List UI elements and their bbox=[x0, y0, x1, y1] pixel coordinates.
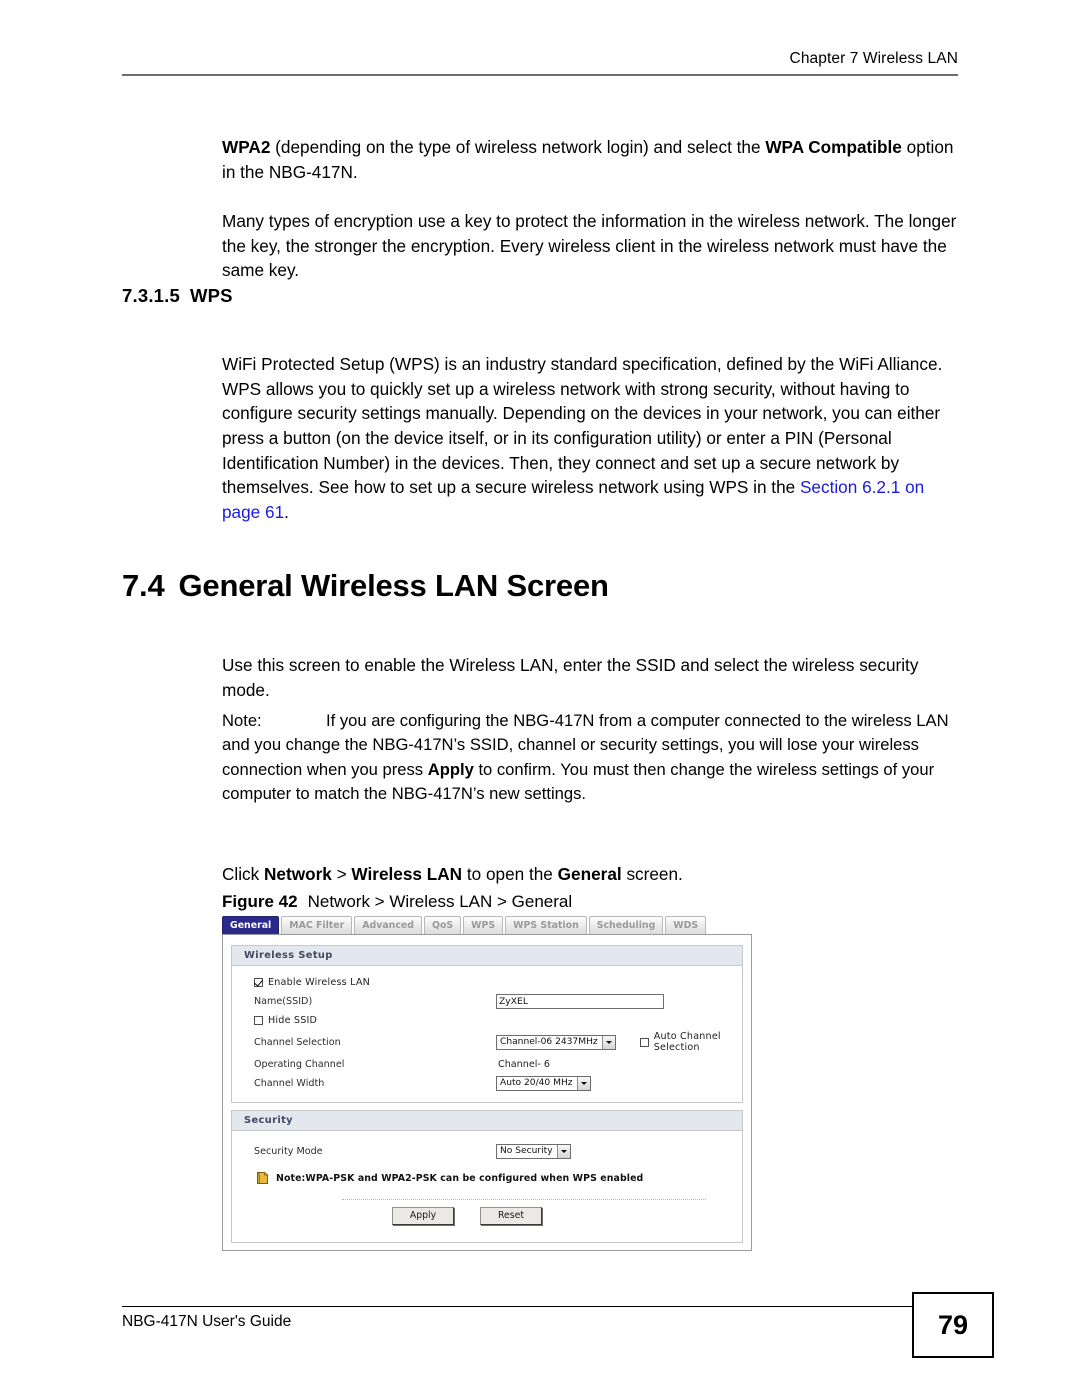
figure-caption: Figure 42 Network > Wireless LAN > Genera… bbox=[222, 892, 572, 912]
auto-channel-selection-checkbox[interactable] bbox=[639, 1037, 649, 1047]
reset-button[interactable]: Reset bbox=[480, 1207, 542, 1225]
paragraph-encryption: Many types of encryption use a key to pr… bbox=[222, 211, 957, 281]
panel-top-spacer bbox=[223, 935, 751, 945]
tab-qos[interactable]: QoS bbox=[424, 916, 462, 934]
channel-width-value: Auto 20/40 MHz bbox=[500, 1077, 573, 1088]
click-end: screen. bbox=[621, 864, 683, 885]
chevron-down-icon bbox=[556, 1144, 570, 1158]
general-bold: General bbox=[557, 864, 622, 885]
router-config-screenshot: General MAC Filter Advanced QoS WPS WPS … bbox=[222, 915, 752, 1251]
channel-selection-row: Channel Selection Channel-06 2437MHz Aut… bbox=[232, 1031, 742, 1053]
figure-number: Figure 42 bbox=[222, 892, 298, 911]
header-rule bbox=[122, 74, 958, 76]
security-mode-value: No Security bbox=[500, 1145, 553, 1156]
enable-wireless-lan-checkbox[interactable] bbox=[254, 977, 263, 987]
wps-text: WiFi Protected Setup (WPS) is an industr… bbox=[222, 354, 943, 498]
wpa-compatible-bold: WPA Compatible bbox=[765, 137, 902, 158]
channel-width-row: Channel Width Auto 20/40 MHz bbox=[232, 1075, 742, 1091]
footer-guide-text: NBG-417N User's Guide bbox=[122, 1313, 292, 1330]
wireless-setup-section: Wireless Setup Enable Wireless LAN Name(… bbox=[231, 945, 743, 1103]
channel-width-dropdown[interactable]: Auto 20/40 MHz bbox=[496, 1075, 591, 1091]
wps-note-line: Note:WPA-PSK and WPA2-PSK can be configu… bbox=[232, 1171, 742, 1185]
security-section: Security Security Mode No Security Note:… bbox=[231, 1110, 743, 1243]
heading-number: 7.4 bbox=[122, 568, 165, 603]
tab-wps-station[interactable]: WPS Station bbox=[505, 916, 587, 934]
hide-ssid-row: Hide SSID bbox=[232, 1012, 742, 1028]
name-ssid-control: ZyXEL bbox=[496, 993, 664, 1009]
heading-title: General Wireless LAN Screen bbox=[178, 568, 609, 603]
paragraph-wpa2: WPA2 (depending on the type of wireless … bbox=[222, 135, 962, 184]
security-body: Security Mode No Security Note:WPA-PSK a… bbox=[232, 1131, 742, 1242]
apply-button[interactable]: Apply bbox=[392, 1207, 454, 1225]
channel-selection-dropdown[interactable]: Channel-06 2437MHz bbox=[496, 1034, 616, 1050]
chevron-down-icon bbox=[576, 1076, 590, 1090]
chapter-header-text: Chapter 7 Wireless LAN bbox=[789, 50, 958, 67]
name-ssid-label: Name(SSID) bbox=[254, 995, 313, 1007]
tab-wps[interactable]: WPS bbox=[463, 916, 504, 934]
apply-bold: Apply bbox=[427, 759, 474, 779]
page-number: 79 bbox=[912, 1292, 994, 1358]
page-footer: NBG-417N User's Guide bbox=[122, 1306, 958, 1331]
operating-channel-value: Channel- 6 bbox=[498, 1058, 551, 1070]
click-text: Click bbox=[222, 864, 265, 885]
channel-selection-value: Channel-06 2437MHz bbox=[500, 1036, 598, 1047]
wireless-setup-header: Wireless Setup bbox=[232, 946, 742, 966]
wpa2-text-1: (depending on the type of wireless netwo… bbox=[270, 137, 766, 158]
note-label: Note: bbox=[222, 711, 262, 730]
channel-width-control: Auto 20/40 MHz bbox=[496, 1075, 591, 1091]
enable-wireless-lan-row: Enable Wireless LAN bbox=[232, 974, 742, 990]
note-icon bbox=[257, 1171, 269, 1184]
wps-note-text: Note:WPA-PSK and WPA2-PSK can be configu… bbox=[276, 1172, 644, 1184]
heading-7-4-general-wireless-lan-screen: 7.4 General Wireless LAN Screen bbox=[122, 568, 609, 604]
chevron-down-icon bbox=[601, 1035, 615, 1049]
wireless-setup-body: Enable Wireless LAN Name(SSID) ZyXEL Hid… bbox=[232, 966, 742, 1102]
paragraph-wps: WiFi Protected Setup (WPS) is an industr… bbox=[222, 352, 962, 524]
operating-channel-row: Operating Channel Channel- 6 bbox=[232, 1056, 742, 1072]
figure-caption-text: Network > Wireless LAN > General bbox=[307, 892, 573, 911]
paragraph-use-screen: Use this screen to enable the Wireless L… bbox=[222, 655, 919, 700]
name-ssid-row: Name(SSID) ZyXEL bbox=[232, 993, 742, 1009]
channel-width-label: Channel Width bbox=[254, 1077, 325, 1089]
page-header: Chapter 7 Wireless LAN bbox=[122, 50, 958, 76]
security-mode-label: Security Mode bbox=[254, 1145, 323, 1157]
tab-mac-filter[interactable]: MAC Filter bbox=[281, 916, 353, 934]
hide-ssid-checkbox[interactable] bbox=[254, 1015, 263, 1025]
heading-title: WPS bbox=[189, 285, 233, 306]
note-block: Note: If you are configuring the NBG-417… bbox=[222, 709, 967, 807]
paragraph-click-path: Click Network > Wireless LAN to open the… bbox=[222, 862, 962, 887]
auto-channel-selection-label: Auto Channel Selection bbox=[653, 1031, 721, 1053]
enable-wireless-lan-label: Enable Wireless LAN bbox=[268, 976, 371, 988]
tab-general[interactable]: General bbox=[222, 916, 280, 934]
tab-scheduling[interactable]: Scheduling bbox=[588, 916, 664, 934]
security-mode-row: Security Mode No Security bbox=[232, 1143, 742, 1159]
name-ssid-input[interactable]: ZyXEL bbox=[496, 993, 664, 1009]
gt-1: > bbox=[331, 864, 352, 885]
operating-channel-label: Operating Channel bbox=[254, 1058, 345, 1070]
tab-bar: General MAC Filter Advanced QoS WPS WPS … bbox=[222, 915, 752, 935]
wireless-lan-bold: Wireless LAN bbox=[351, 864, 463, 885]
wpa2-bold: WPA2 bbox=[222, 137, 271, 158]
security-mode-dropdown[interactable]: No Security bbox=[496, 1143, 571, 1159]
config-panel-body: Wireless Setup Enable Wireless LAN Name(… bbox=[222, 935, 752, 1251]
heading-7-3-1-5-wps: 7.3.1.5 WPS bbox=[122, 285, 233, 307]
operating-channel-control: Channel- 6 bbox=[496, 1059, 550, 1070]
tab-wds[interactable]: WDS bbox=[665, 916, 707, 934]
network-bold: Network bbox=[264, 864, 332, 885]
channel-selection-control: Channel-06 2437MHz Auto Channel Selectio… bbox=[496, 1031, 742, 1053]
click-mid: to open the bbox=[462, 864, 558, 885]
tab-advanced[interactable]: Advanced bbox=[354, 916, 422, 934]
heading-number: 7.3.1.5 bbox=[122, 285, 180, 306]
footer-rule bbox=[122, 1306, 958, 1307]
security-mode-control: No Security bbox=[496, 1143, 571, 1159]
hide-ssid-label: Hide SSID bbox=[268, 1014, 318, 1026]
channel-selection-label: Channel Selection bbox=[254, 1036, 341, 1048]
wps-text-end: . bbox=[284, 501, 289, 522]
security-header: Security bbox=[232, 1111, 742, 1131]
button-row: Apply Reset bbox=[192, 1200, 742, 1234]
note-body: If you are configuring the NBG-417N from… bbox=[222, 711, 949, 803]
